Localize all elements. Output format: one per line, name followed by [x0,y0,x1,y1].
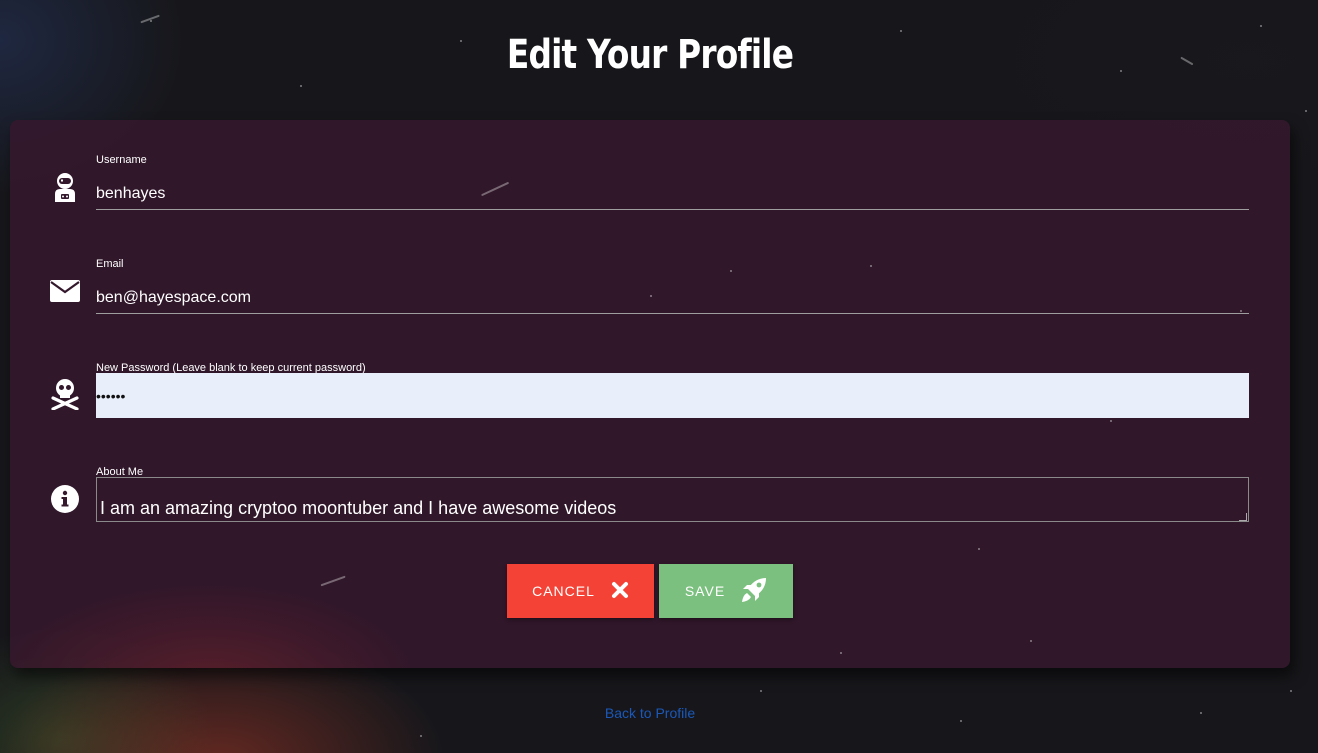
email-label: Email [96,258,124,270]
save-button-label: SAVE [684,583,726,599]
cancel-button[interactable]: CANCEL [507,564,654,618]
skull-crossbones-icon [50,379,80,410]
astronaut-icon [50,172,80,202]
cancel-button-label: CANCEL [532,583,595,599]
username-label: Username [96,154,147,166]
back-to-profile-link[interactable]: Back to Profile [0,705,1300,721]
username-input[interactable] [96,178,1249,210]
info-circle-icon [50,484,80,514]
email-input[interactable] [96,282,1249,314]
edit-profile-card: Username Email New Password (Leave blank… [10,120,1290,668]
save-button[interactable]: SAVE [659,564,793,618]
page-title: Edit Your Profile [506,32,794,78]
about-textarea[interactable]: I am an amazing cryptoo moontuber and I … [96,477,1249,522]
resize-handle[interactable] [1239,513,1247,521]
times-icon [611,581,629,602]
password-input[interactable] [96,373,1249,418]
envelope-icon [50,276,80,306]
rocket-icon [741,577,767,606]
